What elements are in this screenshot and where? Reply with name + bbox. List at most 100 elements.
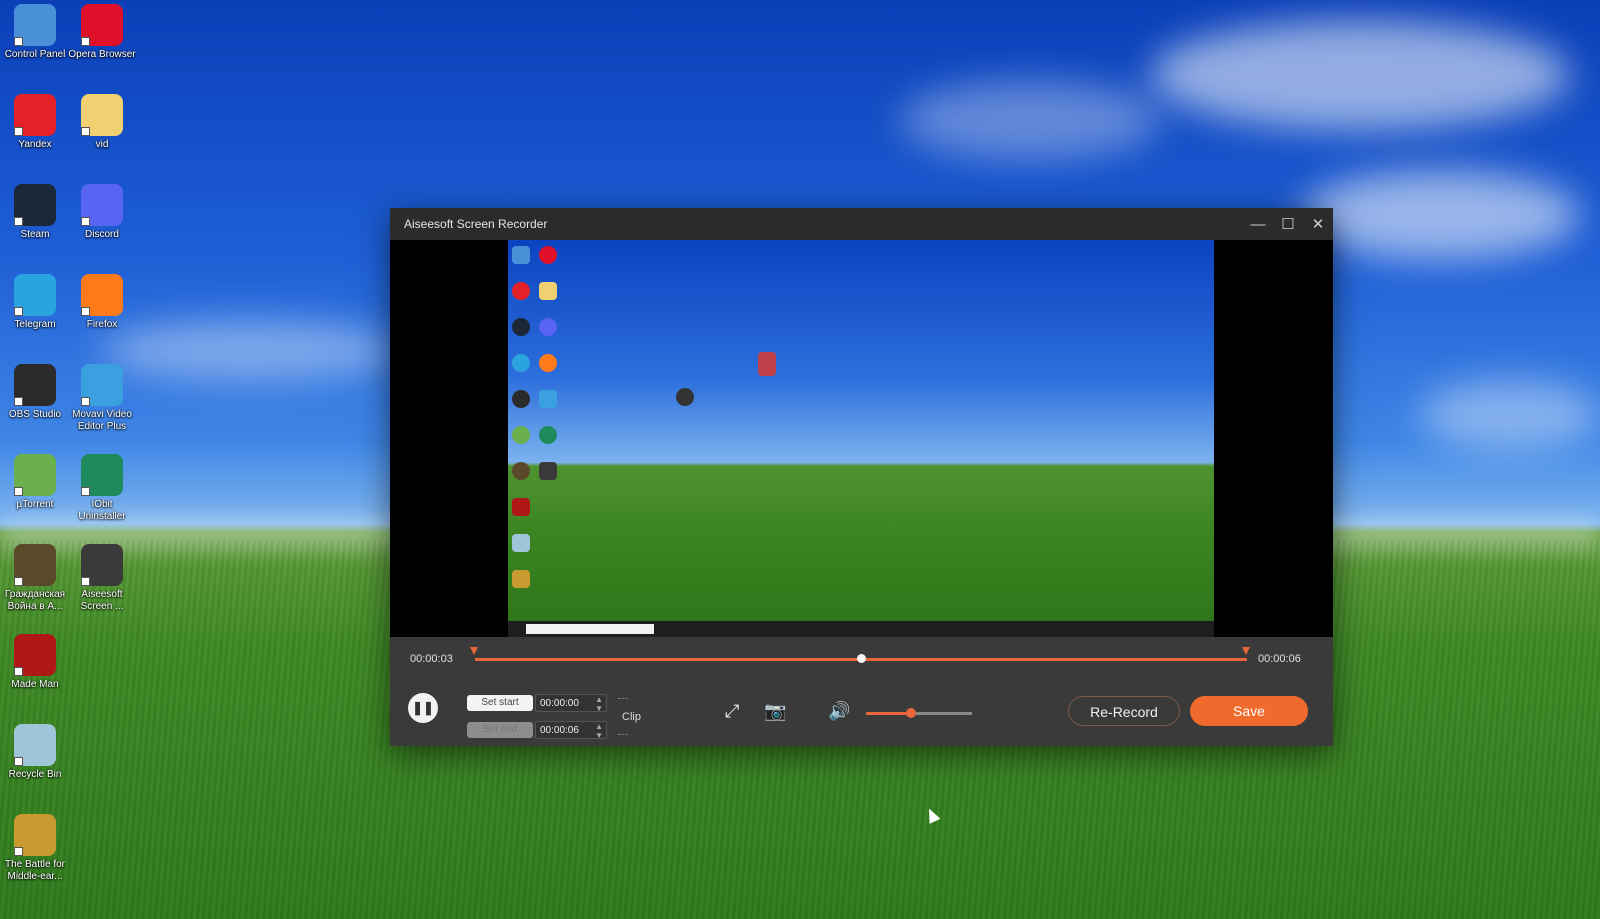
minimize-icon[interactable]: —	[1243, 208, 1273, 240]
desktop-icon-label: µTorrent	[16, 499, 54, 510]
mini-icon	[539, 354, 557, 372]
telegram-icon	[14, 274, 56, 316]
maximize-icon[interactable]: ☐	[1273, 208, 1303, 240]
recorded-desktop-frame	[508, 240, 1214, 637]
desktop-icon[interactable]: Recycle Bin	[0, 724, 70, 781]
playback-controls: 00:00:03 00:00:06 ❚❚ Set start 00:00:00 …	[390, 637, 1333, 746]
desktop-icon[interactable]: Movavi Video Editor Plus	[67, 364, 137, 433]
progress-knob[interactable]	[857, 654, 866, 663]
close-icon[interactable]: ✕	[1303, 208, 1333, 240]
mini-icon	[539, 318, 557, 336]
start-time-value: 00:00:00	[540, 698, 579, 709]
desktop-icon[interactable]: µTorrent	[0, 454, 70, 511]
bracket-line	[618, 734, 628, 735]
desktop-icon-label: Control Panel	[4, 49, 66, 60]
cloud	[1150, 20, 1570, 130]
volume-fill	[866, 712, 911, 715]
control-panel-icon	[14, 4, 56, 46]
desktop-icon-label: Made Man	[11, 679, 59, 690]
cloud	[100, 320, 400, 380]
window-title: Aiseesoft Screen Recorder	[404, 217, 548, 231]
desktop-icon-label: Movavi Video Editor Plus	[72, 409, 132, 432]
desktop-icon[interactable]: OBS Studio	[0, 364, 70, 421]
mini-search-box	[526, 624, 654, 634]
mini-icon	[512, 318, 530, 336]
video-preview[interactable]	[390, 240, 1333, 637]
utorrent-icon	[14, 454, 56, 496]
mini-icon	[758, 352, 776, 376]
desktop-icon[interactable]: Гражданская Война в А...	[0, 544, 70, 613]
game-icon	[14, 544, 56, 586]
aiseesoft-icon	[81, 544, 123, 586]
desktop-icon-label: Steam	[20, 229, 50, 240]
end-marker[interactable]	[1242, 647, 1250, 655]
desktop-icon[interactable]: Firefox	[67, 274, 137, 331]
desktop-icon[interactable]: Telegram	[0, 274, 70, 331]
movavi-icon	[81, 364, 123, 406]
mini-icon	[539, 426, 557, 444]
cloud	[1420, 380, 1600, 450]
desktop-icon-label: The Battle for Middle-ear...	[4, 859, 66, 882]
current-time: 00:00:03	[410, 653, 453, 665]
mini-icon	[512, 246, 530, 264]
desktop-icon-label: Telegram	[14, 319, 56, 330]
mini-icon	[512, 462, 530, 480]
save-button[interactable]: Save	[1190, 696, 1308, 726]
desktop-icon-label: Discord	[85, 229, 119, 240]
set-start-button[interactable]: Set start	[467, 695, 533, 711]
recycle-bin-icon	[14, 724, 56, 766]
mini-icon	[539, 462, 557, 480]
camera-icon[interactable]: 📷	[764, 701, 786, 722]
mini-icon	[676, 388, 694, 406]
desktop-icon[interactable]: Opera Browser	[67, 4, 137, 61]
stepper-icon[interactable]: ▲ ▼	[595, 695, 603, 713]
rerecord-button[interactable]: Re-Record	[1068, 696, 1180, 726]
iobit-icon	[81, 454, 123, 496]
mini-icon	[539, 390, 557, 408]
desktop-icon-label: OBS Studio	[8, 409, 62, 420]
desktop-icon[interactable]: Control Panel	[0, 4, 70, 61]
mini-taskbar	[508, 621, 1214, 637]
mini-icon	[539, 282, 557, 300]
desktop-icon[interactable]: IObit Uninstaller	[67, 454, 137, 523]
mini-icon	[539, 246, 557, 264]
fullscreen-icon[interactable]: ⤢	[725, 701, 739, 722]
folder-icon	[81, 94, 123, 136]
set-end-button[interactable]: Set end	[467, 722, 533, 738]
desktop-icon-label: Yandex	[18, 139, 52, 150]
mini-icon	[512, 354, 530, 372]
desktop-icon-label: Opera Browser	[68, 49, 136, 60]
yandex-icon	[14, 94, 56, 136]
title-bar[interactable]: Aiseesoft Screen Recorder — ☐ ✕	[390, 208, 1333, 240]
volume-knob[interactable]	[905, 708, 916, 718]
clip-label: Clip	[622, 711, 641, 723]
recorder-window: Aiseesoft Screen Recorder — ☐ ✕ 00:00:03…	[390, 208, 1333, 746]
desktop-icon[interactable]: Aiseesoft Screen ...	[67, 544, 137, 613]
stepper-icon[interactable]: ▲ ▼	[595, 722, 603, 740]
start-marker[interactable]	[470, 647, 478, 655]
mini-icon	[512, 426, 530, 444]
pause-button[interactable]: ❚❚	[408, 693, 438, 723]
start-time-field[interactable]: 00:00:00 ▲ ▼	[535, 694, 607, 713]
desktop-icon-label: IObit Uninstaller	[78, 499, 126, 522]
desktop-icon[interactable]: Steam	[0, 184, 70, 241]
end-time-value: 00:00:06	[540, 725, 579, 736]
desktop-icon[interactable]: Made Man	[0, 634, 70, 691]
mini-icon	[512, 498, 530, 516]
discord-icon	[81, 184, 123, 226]
desktop-icon[interactable]: Yandex	[0, 94, 70, 151]
desktop-icon-label: Recycle Bin	[8, 769, 62, 780]
desktop-icon[interactable]: Discord	[67, 184, 137, 241]
desktop-icon-label: Firefox	[86, 319, 118, 330]
volume-icon[interactable]: 🔊	[828, 701, 850, 722]
made-man-icon	[14, 634, 56, 676]
cloud	[1300, 170, 1580, 260]
bracket-line	[618, 698, 628, 699]
desktop-icon[interactable]: The Battle for Middle-ear...	[0, 814, 70, 883]
desktop-icon[interactable]: vid	[67, 94, 137, 151]
firefox-icon	[81, 274, 123, 316]
end-time-field[interactable]: 00:00:06 ▲ ▼	[535, 721, 607, 740]
desktop-icon-label: Aiseesoft Screen ...	[80, 589, 124, 612]
mini-icon	[512, 390, 530, 408]
desktop-icon-label: vid	[95, 139, 109, 150]
